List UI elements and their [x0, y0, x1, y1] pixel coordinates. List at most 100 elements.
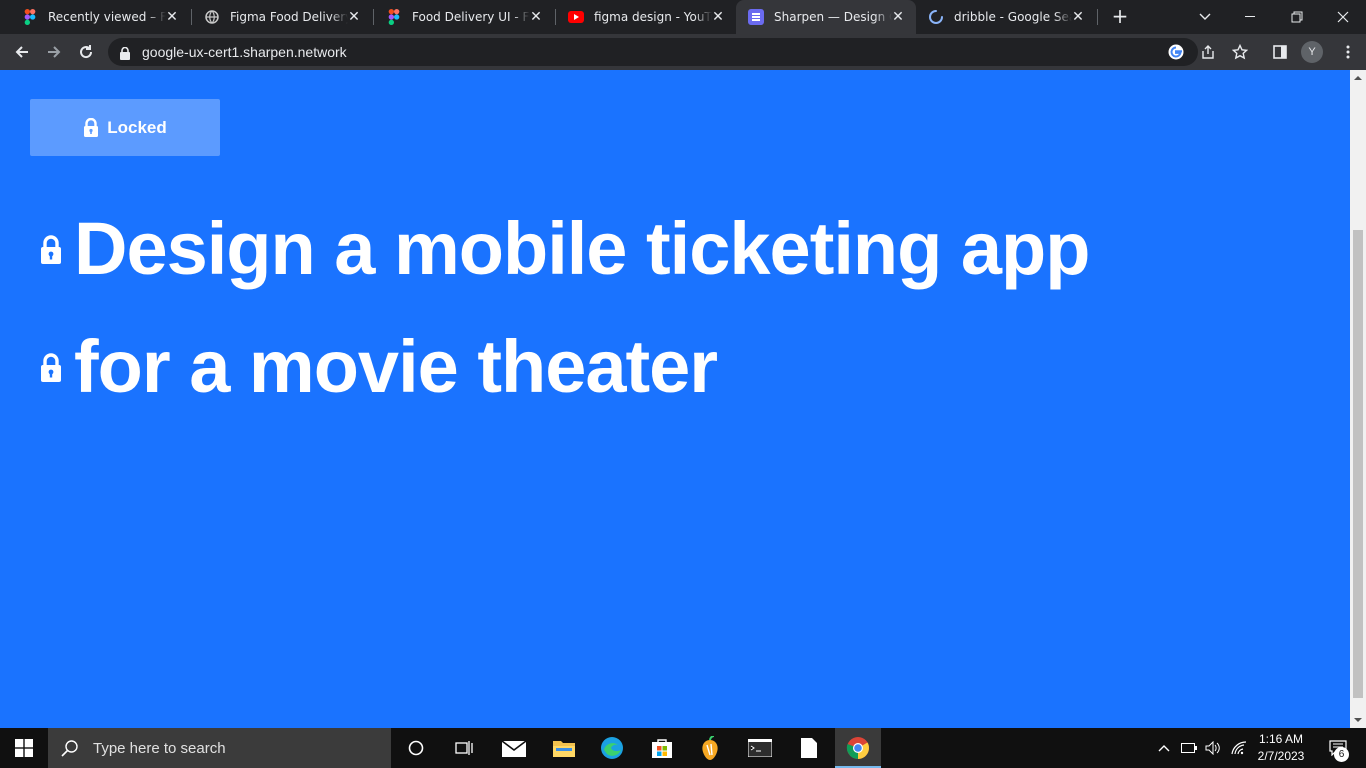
reload-button[interactable] [72, 38, 100, 66]
close-icon[interactable]: ✕ [346, 9, 362, 25]
tab-title: Sharpen — Design Challenge [774, 10, 892, 24]
chevron-down-icon [1199, 13, 1211, 20]
minimize-button[interactable] [1228, 0, 1274, 34]
search-icon [61, 740, 78, 757]
close-icon[interactable]: ✕ [890, 9, 906, 25]
youtube-icon [568, 9, 584, 25]
chrome-taskbar-button[interactable] [835, 728, 881, 768]
star-icon [1232, 44, 1248, 60]
scroll-thumb[interactable] [1353, 230, 1363, 698]
sharpen-icon [748, 9, 764, 25]
close-window-button[interactable] [1320, 0, 1366, 34]
tab-title: Recently viewed – Figma [48, 10, 166, 24]
side-panel-button[interactable] [1266, 38, 1294, 66]
arrow-up-icon [1354, 76, 1362, 80]
tab-food-delivery-ui[interactable]: Food Delivery UI - Free ✕ [374, 0, 554, 34]
tab-divider [1097, 9, 1098, 25]
close-icon[interactable]: ✕ [164, 9, 180, 25]
tab-title: Figma Food Delivery App [230, 10, 348, 24]
file-explorer-button[interactable] [540, 728, 588, 768]
tab-search-button[interactable] [1182, 0, 1228, 34]
lock-icon [36, 352, 66, 382]
lock-icon [36, 234, 66, 264]
tab-figma-design-youtube[interactable]: figma design - YouTube ✕ [556, 0, 736, 34]
tab-dribble-google-search[interactable]: dribble - Google Search ✕ [916, 0, 1096, 34]
notepad-button[interactable] [786, 728, 832, 768]
challenge-title: Design a mobile ticketing app for a movi… [36, 190, 1090, 426]
browser-toolbar: google-ux-cert1.sharpen.network Y [0, 34, 1366, 70]
tab-title: Food Delivery UI - Free [412, 10, 530, 24]
locked-button[interactable]: Locked [30, 99, 220, 156]
tab-figma-food-delivery[interactable]: Figma Food Delivery App ✕ [192, 0, 372, 34]
headline-text: for a movie theater [74, 325, 718, 408]
store-icon [652, 739, 672, 758]
fruit-icon [702, 736, 718, 760]
url-text: google-ux-cert1.sharpen.network [142, 44, 347, 60]
edge-icon [601, 737, 623, 759]
task-view-button[interactable] [440, 728, 488, 768]
close-icon[interactable]: ✕ [1070, 9, 1086, 25]
edge-button[interactable] [588, 728, 636, 768]
close-icon [1337, 11, 1349, 23]
scroll-up-button[interactable] [1350, 70, 1366, 86]
forward-button[interactable] [40, 38, 68, 66]
mail-icon [502, 740, 526, 757]
profile-button[interactable]: Y [1298, 38, 1326, 66]
tab-recently-viewed[interactable]: Recently viewed – Figma ✕ [10, 0, 190, 34]
fl-studio-button[interactable] [686, 728, 734, 768]
figma-icon [386, 9, 402, 25]
show-hidden-icons-button[interactable] [1154, 728, 1174, 768]
close-icon[interactable]: ✕ [528, 9, 544, 25]
notification-count-badge: 6 [1334, 747, 1349, 762]
google-icon[interactable] [1168, 44, 1184, 60]
clock-time: 1:16 AM [1258, 732, 1304, 746]
terminal-icon [748, 739, 772, 757]
tab-title: figma design - YouTube [594, 10, 712, 24]
address-bar[interactable]: google-ux-cert1.sharpen.network [108, 38, 1214, 66]
windows-logo-icon [15, 739, 33, 757]
wifi-icon [1231, 741, 1247, 755]
task-view-icon [455, 741, 473, 755]
share-icon[interactable] [1200, 44, 1216, 60]
headline-line: for a movie theater [36, 308, 1089, 426]
back-button[interactable] [8, 38, 36, 66]
headline-line: Design a mobile ticketing app [36, 190, 1090, 308]
arrow-left-icon [15, 46, 28, 58]
tab-title: dribble - Google Search [954, 10, 1072, 24]
side-panel-icon [1273, 45, 1287, 59]
search-placeholder: Type here to search [93, 739, 226, 757]
taskbar-search[interactable]: Type here to search [48, 728, 391, 768]
close-icon[interactable]: ✕ [710, 9, 726, 25]
page-scrollbar[interactable] [1350, 70, 1366, 728]
lock-icon[interactable] [120, 45, 130, 64]
scroll-down-button[interactable] [1350, 712, 1366, 728]
start-button[interactable] [0, 728, 48, 768]
clock-date: 2/7/2023 [1257, 749, 1305, 763]
volume-button[interactable] [1202, 728, 1224, 768]
file-icon [801, 738, 817, 758]
bookmark-star-button[interactable] [1226, 38, 1254, 66]
restore-icon [1291, 11, 1303, 23]
tab-sharpen[interactable]: Sharpen — Design Challenge ✕ [736, 0, 916, 34]
arrow-right-icon [48, 46, 61, 58]
avatar: Y [1301, 41, 1323, 63]
arrow-down-icon [1354, 718, 1362, 722]
lock-icon [84, 118, 99, 137]
battery-button[interactable] [1178, 728, 1200, 768]
restore-button[interactable] [1274, 0, 1320, 34]
mail-app-button[interactable] [490, 728, 538, 768]
speaker-icon [1205, 741, 1220, 755]
new-tab-button[interactable]: + [1109, 5, 1131, 27]
network-button[interactable] [1228, 728, 1250, 768]
system-clock[interactable]: 1:16 AM 2/7/2023 [1250, 731, 1312, 765]
battery-icon [1181, 743, 1197, 753]
headline-text: Design a mobile ticketing app [74, 207, 1090, 290]
chrome-icon [846, 737, 869, 759]
browser-menu-button[interactable] [1334, 38, 1362, 66]
locked-label: Locked [107, 117, 167, 137]
chevron-up-icon [1158, 745, 1170, 752]
figma-icon [22, 9, 38, 25]
microsoft-store-button[interactable] [638, 728, 686, 768]
terminal-button[interactable] [736, 728, 784, 768]
cortana-button[interactable] [392, 728, 440, 768]
